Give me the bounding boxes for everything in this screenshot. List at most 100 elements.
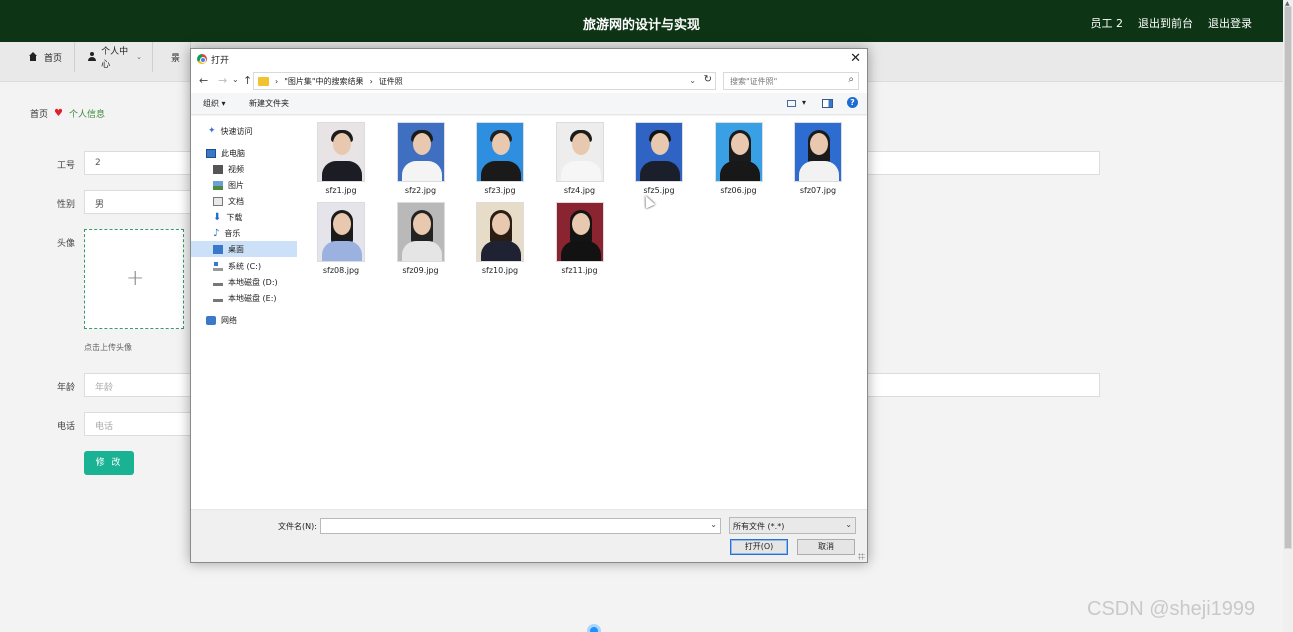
age-input[interactable]: 年龄: [84, 373, 191, 397]
sidebar-item[interactable]: 系统 (C:): [191, 258, 297, 274]
open-button[interactable]: 打开(O): [730, 539, 788, 555]
sidebar-item[interactable]: ✦ 快速访问: [191, 123, 297, 139]
breadcrumb-home[interactable]: 首页: [30, 107, 48, 120]
file-thumbnail: [555, 122, 604, 182]
sidebar-item[interactable]: 文档: [191, 193, 297, 209]
file-name: sfz09.jpg: [402, 266, 439, 275]
filename-label: 文件名(N):: [278, 522, 317, 531]
sidebar-item[interactable]: ♪ 音乐: [191, 225, 297, 241]
view-options-arrow[interactable]: ▾: [802, 98, 806, 107]
scrollbar-thumb[interactable]: [1284, 6, 1292, 549]
nav-item-home[interactable]: 首页: [18, 42, 75, 72]
address-segment-search-results[interactable]: "图片集"中的搜索结果: [284, 76, 363, 87]
file-item[interactable]: sfz09.jpg: [389, 202, 453, 280]
avatar-upload-tip: 点击上传头像: [84, 343, 132, 352]
forward-arrow-icon[interactable]: →: [218, 74, 227, 87]
sidebar-item[interactable]: 此电脑: [191, 145, 297, 161]
download-icon: ⬇: [213, 211, 222, 223]
computer-icon: [206, 148, 216, 158]
file-item[interactable]: sfz10.jpg: [468, 202, 532, 280]
nav-item-label: 个人中心: [101, 47, 129, 70]
search-input[interactable]: 搜索"证件照" ⌕: [723, 72, 859, 90]
nav-item-scenic[interactable]: 景: [155, 42, 191, 72]
file-open-dialog: 打开 ✕ ← → ⌄ ↑ › "图片集"中的搜索结果 › 证件照 ⌄ ↻ 搜索"…: [190, 48, 868, 563]
floating-dot[interactable]: [587, 624, 601, 632]
sidebar-item-label: 网络: [221, 315, 237, 325]
search-icon: ⌕: [848, 74, 854, 85]
refresh-icon[interactable]: ↻: [704, 74, 712, 85]
sidebar-item[interactable]: 网络: [191, 312, 297, 328]
address-segment-folder[interactable]: 证件照: [379, 76, 403, 87]
help-icon[interactable]: ?: [847, 97, 858, 108]
chevron-down-icon[interactable]: ⌄: [689, 76, 696, 85]
file-name: sfz2.jpg: [404, 186, 437, 195]
sidebar-item[interactable]: ⬇ 下载: [191, 209, 297, 225]
dialog-titlebar: 打开 ✕: [191, 49, 867, 69]
organize-menu[interactable]: 组织 ▾: [203, 98, 226, 109]
nav-item-personal-center[interactable]: 个人中心 ⌄: [77, 42, 153, 72]
gender-field[interactable]: 男: [84, 190, 191, 214]
pictures-folder-icon: [213, 180, 223, 190]
filename-input[interactable]: ⌄: [320, 518, 721, 534]
file-thumbnail: [317, 122, 365, 182]
file-item[interactable]: sfz4.jpg: [548, 122, 612, 200]
modify-button[interactable]: 修 改: [84, 451, 134, 475]
gender-label: 性别: [57, 200, 76, 210]
file-name: sfz1.jpg: [325, 186, 357, 195]
file-thumbnail: [635, 122, 683, 182]
file-name: sfz11.jpg: [561, 266, 598, 275]
sidebar-item-label: 本地磁盘 (D:): [228, 277, 278, 287]
sidebar-item[interactable]: 桌面: [191, 241, 297, 257]
file-type-select[interactable]: 所有文件 (*.*) ⌄: [729, 517, 856, 534]
back-arrow-icon[interactable]: ←: [199, 74, 208, 87]
address-bar[interactable]: › "图片集"中的搜索结果 › 证件照 ⌄ ↻: [253, 72, 716, 90]
navigation-pane: ✦ 快速访问此电脑 视频 图片文档 ⬇ 下载 ♪ 音乐 桌面 系统 (C:) 本地磁盘 (D:) 本地…: [191, 116, 297, 509]
logout-link[interactable]: 退出登录: [1208, 15, 1252, 31]
file-name: sfz5.jpg: [643, 186, 675, 195]
close-icon[interactable]: ✕: [850, 51, 861, 66]
sidebar-item[interactable]: 图片: [191, 177, 297, 193]
avatar-label: 头像: [57, 239, 76, 249]
avatar-uploader[interactable]: +: [84, 229, 184, 329]
phone-input[interactable]: 电话: [84, 412, 191, 436]
resize-grip-icon[interactable]: [858, 553, 865, 560]
file-item[interactable]: sfz11.jpg: [548, 202, 612, 280]
view-mode-icon[interactable]: [787, 100, 796, 107]
watermark: CSDN @sheji1999: [1087, 598, 1256, 620]
dialog-footer: 文件名(N): ⌄ 所有文件 (*.*) ⌄ 打开(O) 取消: [191, 509, 867, 562]
file-type-value: 所有文件 (*.*): [733, 522, 785, 531]
file-thumbnail: [317, 202, 365, 262]
documents-folder-icon: [213, 196, 223, 206]
current-user-link[interactable]: 员工 2: [1091, 15, 1124, 31]
nav-item-label: 首页: [44, 53, 63, 64]
file-item[interactable]: sfz5.jpg: [627, 122, 691, 200]
file-list: sfz1.jpg sfz2.jpg sfz3.jpg sfz4.jpg sfz5.jpg…: [297, 116, 867, 509]
file-item[interactable]: sfz3.jpg: [468, 122, 532, 200]
page-scrollbar[interactable]: ▲: [1283, 0, 1293, 632]
sidebar-item-label: 快速访问: [220, 126, 253, 136]
cancel-button[interactable]: 取消: [797, 539, 855, 555]
file-thumbnail: [794, 122, 842, 182]
chevron-down-icon: ⌄: [845, 520, 852, 529]
sidebar-item-label: 文档: [228, 196, 244, 206]
recent-locations-icon[interactable]: ⌄: [232, 75, 239, 84]
up-arrow-icon[interactable]: ↑: [243, 74, 252, 87]
sidebar-item[interactable]: 视频: [191, 161, 297, 177]
sidebar-item-label: 下载: [226, 212, 243, 222]
preview-pane-icon[interactable]: [822, 99, 833, 108]
sidebar-item[interactable]: 本地磁盘 (D:): [191, 274, 297, 290]
sidebar-item[interactable]: 本地磁盘 (E:): [191, 290, 297, 306]
music-icon: ♪: [213, 227, 220, 239]
file-item[interactable]: sfz06.jpg: [707, 122, 771, 200]
file-item[interactable]: sfz08.jpg: [309, 202, 373, 280]
file-item[interactable]: sfz07.jpg: [786, 122, 850, 200]
heart-icon: ♥: [54, 108, 63, 119]
back-to-frontend-link[interactable]: 退出到前台: [1138, 15, 1193, 31]
file-item[interactable]: sfz2.jpg: [389, 122, 453, 200]
file-item[interactable]: sfz1.jpg: [309, 122, 373, 200]
new-folder-button[interactable]: 新建文件夹: [249, 98, 289, 109]
id-field[interactable]: 2: [84, 151, 191, 175]
video-folder-icon: [213, 164, 223, 174]
file-name: sfz4.jpg: [563, 186, 596, 195]
chevron-down-icon[interactable]: ⌄: [710, 520, 717, 529]
